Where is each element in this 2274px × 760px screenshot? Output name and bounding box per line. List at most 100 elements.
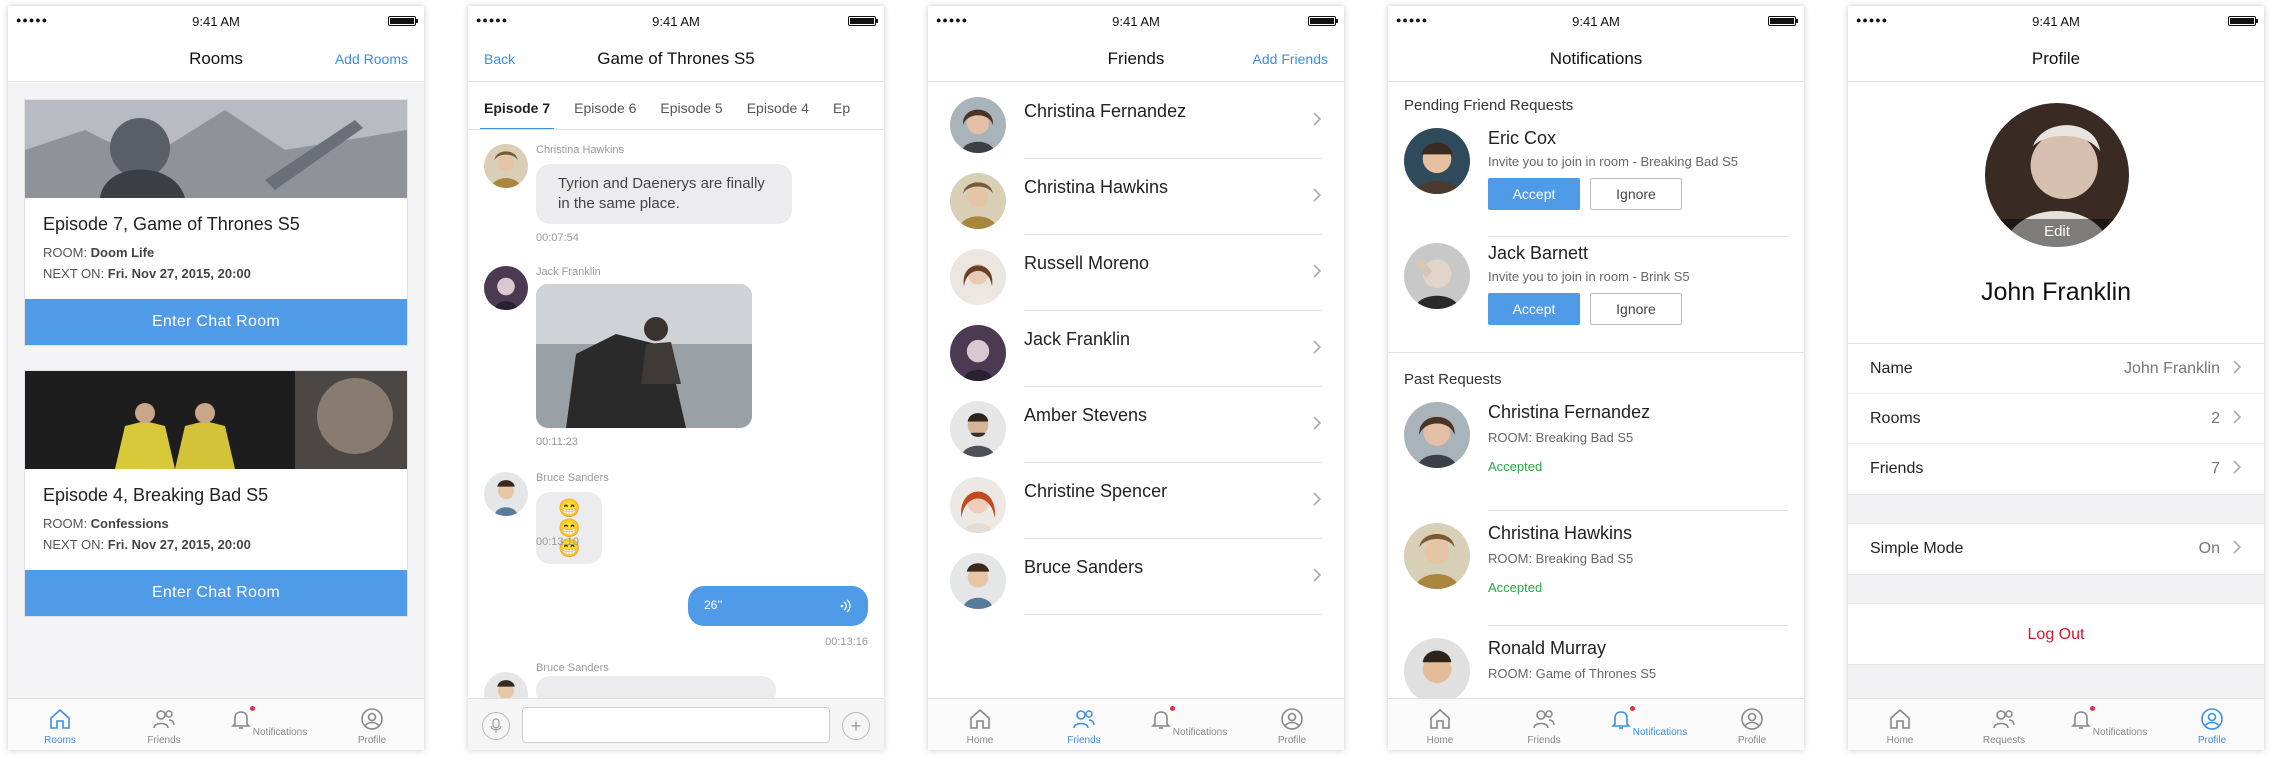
page-title: Profile <box>2031 49 2081 68</box>
tab-friends[interactable]: Friends <box>1492 699 1596 750</box>
friend-row[interactable]: Bruce Sanders <box>928 539 1344 615</box>
tab-notifications[interactable]: Notifications <box>1596 699 1700 750</box>
add-attachment-button[interactable]: + <box>842 712 870 740</box>
request-text: Invite you to join in room - Breaking Ba… <box>1488 154 1739 169</box>
voice-message-bubble[interactable]: 26’’ <box>688 586 868 626</box>
avatar <box>1404 243 1470 309</box>
tab-episode-7[interactable]: Episode 7 <box>480 82 555 129</box>
friend-row[interactable]: Christina Hawkins <box>928 159 1344 235</box>
tab-rooms[interactable]: Rooms <box>8 699 112 750</box>
past-request[interactable]: Ronald Murray ROOM: Game of Thrones S5 <box>1388 626 1804 700</box>
enter-chat-room-button[interactable]: Enter Chat Room <box>25 570 407 616</box>
notifications-screen: ●●●●● 9:41 AM Notifications Pending Frie… <box>1388 6 1804 750</box>
profile-avatar[interactable]: Edit <box>1985 103 2129 247</box>
sender-name: Christina Hawkins <box>536 144 625 156</box>
row-value: John Franklin <box>2123 360 2220 377</box>
next-on-date: Fri. Nov 27, 2015, 20:00 <box>107 537 251 552</box>
room-card: Episode 7, Game of Thrones S5 ROOM: Doom… <box>24 99 408 346</box>
status-time: 9:41 AM <box>652 14 700 29</box>
message-input[interactable] <box>522 707 830 743</box>
chevron-right-icon <box>1312 263 1322 279</box>
avatar <box>950 97 1006 153</box>
friends-icon <box>152 707 176 731</box>
past-request[interactable]: Christina Hawkins ROOM: Breaking Bad S5 … <box>1388 511 1804 626</box>
enter-chat-room-button[interactable]: Enter Chat Room <box>25 299 407 345</box>
profile-content: Edit John Franklin Name John Franklin Roo… <box>1848 83 2264 700</box>
row-label: Friends <box>1870 460 1924 477</box>
log-out-button[interactable]: Log Out <box>1848 603 2264 665</box>
friends-icon <box>1072 707 1096 731</box>
tab-notifications[interactable]: Notifications <box>216 699 320 750</box>
friends-list: Christina Fernandez Christina Hawkins Ru… <box>928 83 1344 700</box>
sender-name: Bruce Sanders <box>536 662 609 674</box>
tab-episode-more[interactable]: Ep <box>821 82 862 129</box>
edit-avatar-button[interactable]: Edit <box>1985 219 2129 247</box>
friend-row[interactable]: Russell Moreno <box>928 235 1344 311</box>
status-badge: Accepted <box>1488 580 1543 595</box>
friends-icon <box>1992 707 2016 731</box>
tab-profile[interactable]: Profile <box>1240 699 1344 750</box>
tab-home[interactable]: Home <box>928 699 1032 750</box>
accept-button[interactable]: Accept <box>1488 293 1580 325</box>
tab-label: Requests <box>1982 735 2026 746</box>
profile-row-friends[interactable]: Friends 7 <box>1848 444 2264 494</box>
profile-row-name[interactable]: Name John Franklin <box>1848 344 2264 394</box>
status-time: 9:41 AM <box>192 14 240 29</box>
tab-friends[interactable]: Friends <box>1032 699 1136 750</box>
ignore-button[interactable]: Ignore <box>1590 293 1682 325</box>
avatar <box>1404 638 1470 700</box>
avatar <box>950 249 1006 305</box>
requester-name: Christina Hawkins <box>1488 523 1633 543</box>
pending-request: Jack Barnett Invite you to join in room … <box>1388 237 1804 352</box>
tab-requests[interactable]: Requests <box>1952 699 2056 750</box>
friend-row[interactable]: Christina Fernandez <box>928 83 1344 159</box>
requester-name: Christina Fernandez <box>1488 402 1651 422</box>
microphone-button[interactable] <box>482 712 510 740</box>
friend-name: Amber Stevens <box>1024 405 1148 425</box>
tab-home[interactable]: Home <box>1848 699 1952 750</box>
tab-label: Friends <box>1527 735 1561 746</box>
section-gap <box>1848 575 2264 603</box>
status-time: 9:41 AM <box>1112 14 1160 29</box>
tab-episode-6[interactable]: Episode 6 <box>562 82 648 129</box>
profile-row-rooms[interactable]: Rooms 2 <box>1848 394 2264 444</box>
friend-row[interactable]: Christine Spencer <box>928 463 1344 539</box>
tab-label: Notifications <box>252 727 308 738</box>
add-rooms-button[interactable]: Add Rooms <box>335 51 408 67</box>
past-request[interactable]: Christina Fernandez ROOM: Breaking Bad S… <box>1388 396 1804 511</box>
accept-button[interactable]: Accept <box>1488 178 1580 210</box>
room-text: ROOM: Game of Thrones S5 <box>1488 666 1657 681</box>
ignore-button[interactable]: Ignore <box>1590 178 1682 210</box>
status-bar: ●●●●● 9:41 AM <box>8 6 424 34</box>
friend-name: Christine Spencer <box>1024 481 1168 501</box>
row-label: Rooms <box>1870 410 1921 427</box>
tab-profile[interactable]: Profile <box>1700 699 1804 750</box>
tab-profile[interactable]: Profile <box>320 699 424 750</box>
nav-bar: Rooms Add Rooms <box>8 34 424 82</box>
tab-profile[interactable]: Profile <box>2160 699 2264 750</box>
avatar <box>1404 402 1470 468</box>
room-cover-image <box>25 100 407 198</box>
rooms-screen: ●●●●● 9:41 AM Rooms Add Rooms Episode 7,… <box>8 6 424 750</box>
tab-friends[interactable]: Friends <box>112 699 216 750</box>
friend-row[interactable]: Amber Stevens <box>928 387 1344 463</box>
tab-episode-5[interactable]: Episode 5 <box>648 82 734 129</box>
tab-episode-4[interactable]: Episode 4 <box>735 82 821 129</box>
status-bar: ●●●●● 9:41 AM <box>928 6 1344 34</box>
tab-notifications[interactable]: Notifications <box>1136 699 1240 750</box>
screens-board: ●●●●● 9:41 AM Rooms Add Rooms Episode 7,… <box>0 0 2274 760</box>
request-text: Invite you to join in room - Brink S5 <box>1488 269 1690 284</box>
profile-icon <box>1280 707 1304 731</box>
sound-wave-icon <box>840 599 851 613</box>
friend-row[interactable]: Jack Franklin <box>928 311 1344 387</box>
tab-home[interactable]: Home <box>1388 699 1492 750</box>
tab-notifications[interactable]: Notifications <box>2056 699 2160 750</box>
chevron-right-icon <box>1312 339 1322 355</box>
message-time: 00:11:23 <box>536 436 579 448</box>
add-friends-button[interactable]: Add Friends <box>1253 51 1328 67</box>
tab-bar: Rooms Friends Notifications Profile <box>8 698 424 750</box>
room-text: ROOM: Breaking Bad S5 <box>1488 551 1634 566</box>
tab-label: Notifications <box>2092 727 2148 738</box>
simple-mode-row[interactable]: Simple Mode On <box>1848 524 2264 574</box>
tab-label: Profile <box>357 735 387 746</box>
